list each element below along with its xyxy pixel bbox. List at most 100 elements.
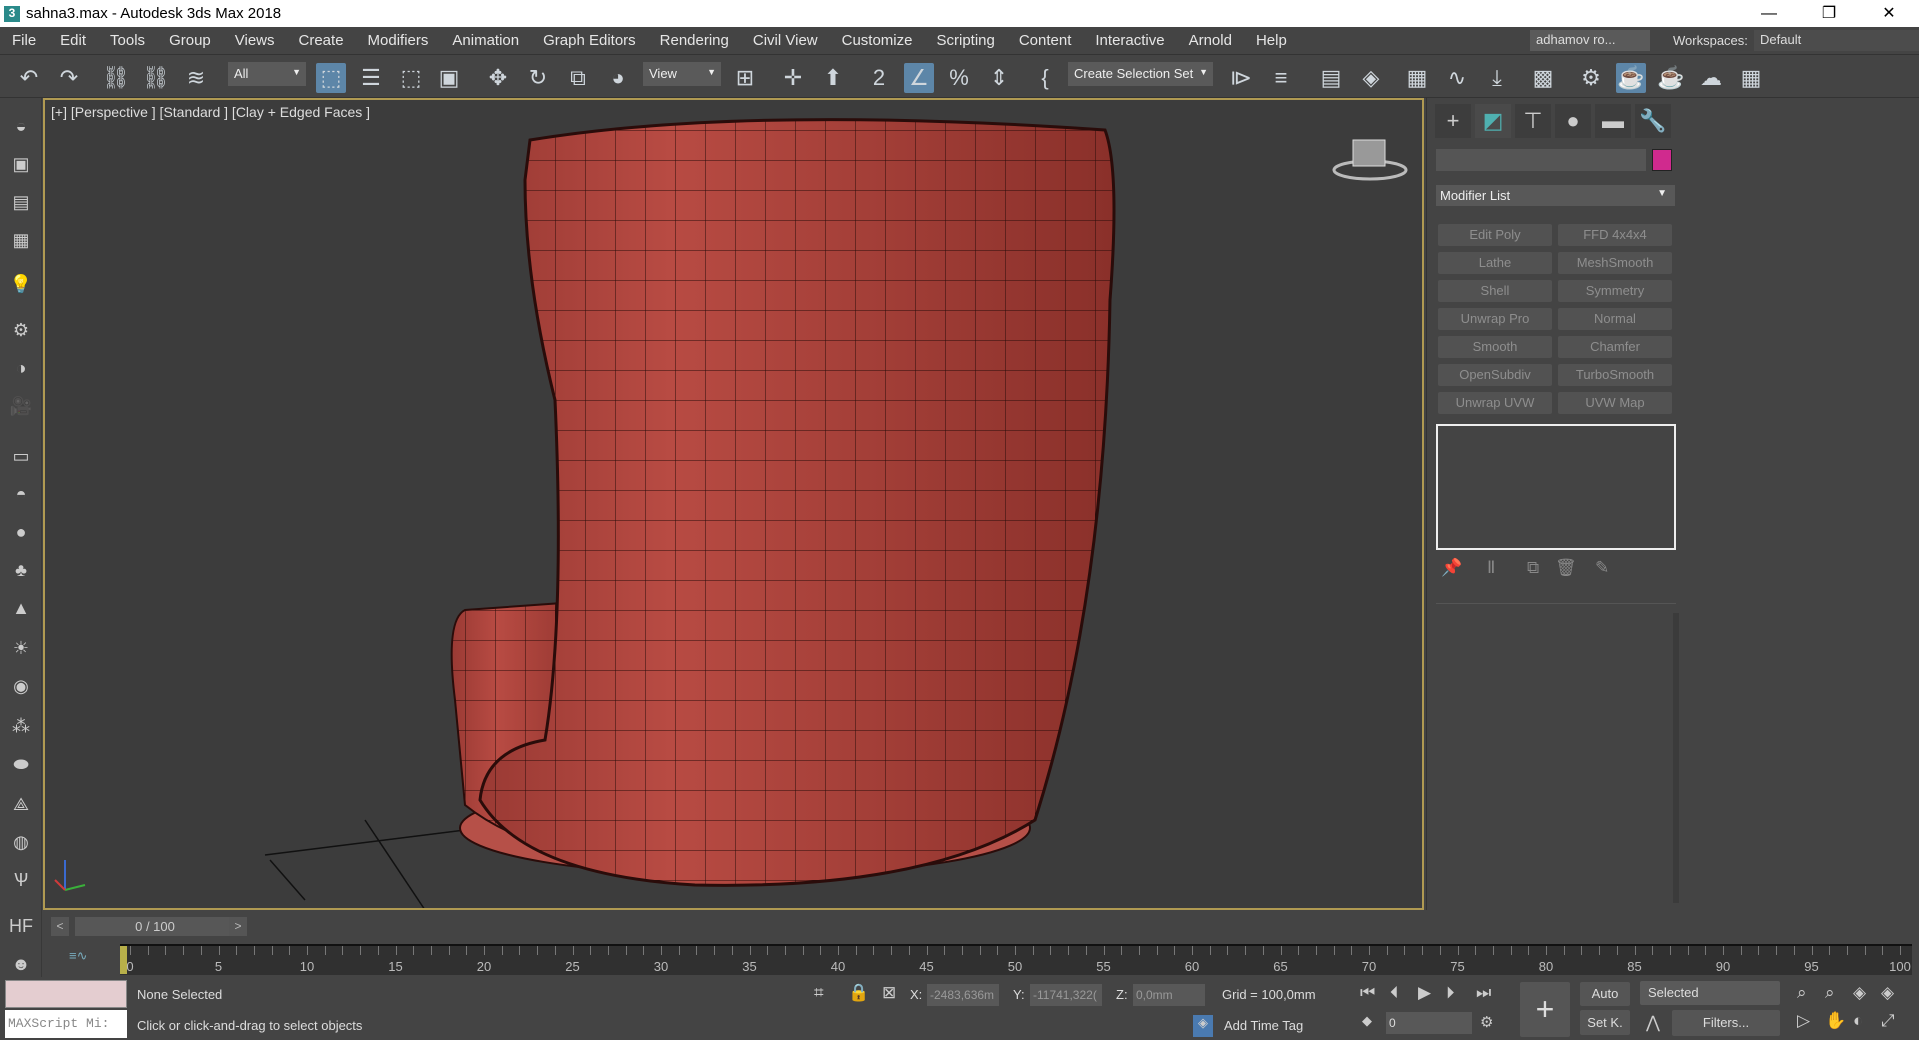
plant-icon[interactable]: ♣ (8, 560, 34, 584)
named-selection-set-dropdown[interactable]: Create Selection Set (1068, 62, 1213, 86)
move-icon[interactable]: ✥ (483, 63, 513, 93)
modifier-normal-button[interactable]: Normal (1558, 308, 1672, 330)
make-unique-icon[interactable]: ⧉ (1527, 558, 1539, 578)
create-tab-icon[interactable]: + (1435, 104, 1471, 138)
workspaces-dropdown[interactable]: Default (1754, 30, 1919, 51)
set-key-big-button[interactable]: + (1520, 982, 1570, 1037)
curve-editor-mini-icon[interactable]: ≡∿ (69, 948, 87, 964)
menu-file[interactable]: File (0, 32, 48, 49)
sphere-icon[interactable]: ● (8, 522, 34, 546)
modifier-shell-button[interactable]: Shell (1438, 280, 1552, 302)
maximize-viewport-icon[interactable]: ⤢ (1881, 1011, 1895, 1031)
modifier-chamfer-button[interactable]: Chamfer (1558, 336, 1672, 358)
time-tag-icon[interactable]: ◈ (1193, 1015, 1213, 1037)
close-button[interactable]: ✕ (1860, 0, 1918, 27)
bind-space-warp-icon[interactable]: ≋ (181, 63, 211, 93)
menu-scripting[interactable]: Scripting (924, 32, 1006, 49)
modifier-uvw-map-button[interactable]: UVW Map (1558, 392, 1672, 414)
absolute-mode-icon[interactable]: ⊠ (882, 983, 896, 1003)
time-configuration-icon[interactable]: ⚙ (1480, 1013, 1493, 1031)
sun-icon[interactable]: ☀ (8, 638, 34, 662)
menu-interactive[interactable]: Interactive (1083, 32, 1176, 49)
schematic-view-icon[interactable]: ⤓ (1482, 63, 1512, 93)
track-bar[interactable]: ≡∿ 0 5 10 15 20 25 30 35 40 45 50 55 60 65 70 75 80 85 90 9… (43, 942, 1919, 975)
perspective-viewport[interactable]: [+] [Perspective ] [Standard ] [Clay + E… (43, 98, 1424, 910)
selection-filter-dropdown[interactable]: All (228, 62, 306, 86)
pin-stack-icon[interactable]: 📌 (1441, 558, 1462, 578)
align-icon[interactable]: ≡ (1266, 63, 1296, 93)
rotate-icon[interactable]: ↻ (523, 63, 553, 93)
minimize-button[interactable]: — (1740, 0, 1798, 27)
light-icon[interactable]: 💡 (8, 274, 34, 298)
scene-list-icon[interactable]: ▤ (8, 192, 34, 216)
rectangular-selection-icon[interactable]: ⬚ (396, 63, 426, 93)
dome-icon[interactable]: ◓ (8, 484, 34, 508)
field-of-view-icon[interactable]: ▷ (1797, 1011, 1810, 1031)
character-icon[interactable]: ☻ (8, 954, 34, 978)
modifier-turbosmooth-button[interactable]: TurboSmooth (1558, 364, 1672, 386)
modifier-lathe-button[interactable]: Lathe (1438, 252, 1552, 274)
menu-edit[interactable]: Edit (48, 32, 98, 49)
link-icon[interactable]: ⛓ (101, 63, 131, 93)
default-tangent-icon[interactable]: ⋀ (1646, 1013, 1660, 1033)
menu-arnold[interactable]: Arnold (1177, 32, 1244, 49)
unlink-icon[interactable]: ⛓ (141, 63, 171, 93)
menu-graph-editors[interactable]: Graph Editors (531, 32, 648, 49)
hair-fur-icon[interactable]: HF (8, 916, 34, 940)
modifier-stack[interactable] (1436, 424, 1676, 550)
modifier-symmetry-button[interactable]: Symmetry (1558, 280, 1672, 302)
remove-modifier-icon[interactable]: 🗑 (1555, 558, 1577, 578)
place-icon[interactable]: ◕ (603, 63, 633, 93)
menu-help[interactable]: Help (1244, 32, 1299, 49)
curve-editor-icon[interactable]: ∿ (1442, 63, 1472, 93)
modifier-opensubdiv-button[interactable]: OpenSubdiv (1438, 364, 1552, 386)
edit-named-selection-icon[interactable]: { (1030, 63, 1060, 93)
keyboard-shortcut-override-icon[interactable]: ⬆ (818, 63, 848, 93)
render-production-icon[interactable]: ☕ (1656, 63, 1686, 93)
snaps-toggle-icon[interactable]: 2 (864, 63, 894, 93)
grass-icon[interactable]: Ѱ (8, 870, 34, 894)
maxscript-listener-output[interactable] (5, 980, 127, 1008)
hierarchy-tab-icon[interactable]: ⊤ (1515, 104, 1551, 138)
select-object-icon[interactable]: ⬚ (316, 63, 346, 93)
modifier-unwrap-uvw-button[interactable]: Unwrap UVW (1438, 392, 1552, 414)
go-to-start-icon[interactable]: ⏮ (1360, 983, 1375, 1003)
menu-civil-view[interactable]: Civil View (741, 32, 830, 49)
reference-coordinate-dropdown[interactable]: View (643, 62, 721, 86)
spinner-snap-icon[interactable]: ⇕ (984, 63, 1014, 93)
layer-explorer-icon[interactable]: ◈ (1356, 63, 1386, 93)
display-tab-icon[interactable]: ▬ (1595, 104, 1631, 138)
helper-icon[interactable]: ⚙ (8, 320, 34, 344)
menu-tools[interactable]: Tools (98, 32, 157, 49)
pivot-center-icon[interactable]: ⊞ (730, 63, 760, 93)
disk-icon[interactable]: ◉ (8, 676, 34, 700)
render-setup-icon[interactable]: ⚙ (1576, 63, 1606, 93)
rendered-frame-window-icon[interactable]: ☕ (1616, 63, 1646, 93)
next-frame-icon[interactable]: ⏵ (1446, 983, 1455, 1003)
menu-rendering[interactable]: Rendering (648, 32, 741, 49)
key-filter-dropdown[interactable]: Selected (1640, 981, 1780, 1005)
select-by-name-icon[interactable]: ☰ (356, 63, 386, 93)
globe-icon[interactable]: ◍ (8, 832, 34, 856)
key-mode-icon[interactable]: ◆ (1362, 1013, 1372, 1029)
key-filters-button[interactable]: Filters... (1672, 1010, 1780, 1036)
modifier-meshsmooth-button[interactable]: MeshSmooth (1558, 252, 1672, 274)
menu-animation[interactable]: Animation (440, 32, 531, 49)
play-icon[interactable]: ▶ (1418, 983, 1431, 1003)
object-color-swatch[interactable] (1652, 149, 1672, 171)
modifier-edit-poly-button[interactable]: Edit Poly (1438, 224, 1552, 246)
zoom-extents-all-icon[interactable]: ◈ (1881, 983, 1894, 1003)
modify-tab-icon[interactable]: ◩ (1475, 104, 1511, 138)
scene-explorer-icon[interactable]: ▤ (1316, 63, 1346, 93)
a360-gallery-icon[interactable]: ▦ (1736, 63, 1766, 93)
modifier-unwrap-pro-button[interactable]: Unwrap Pro (1438, 308, 1552, 330)
modifier-smooth-button[interactable]: Smooth (1438, 336, 1552, 358)
next-frame-button[interactable]: > (229, 917, 247, 936)
go-to-end-icon[interactable]: ⏭ (1476, 983, 1491, 1003)
select-manipulate-icon[interactable]: ✛ (778, 63, 808, 93)
set-key-button[interactable]: Set K. (1580, 1010, 1630, 1035)
z-coordinate-field[interactable]: 0,0mm (1133, 984, 1205, 1006)
user-account-dropdown[interactable]: adhamov ro... (1530, 30, 1650, 51)
camera-icon[interactable]: 🎥 (8, 396, 34, 420)
cone-icon[interactable]: ▲ (8, 598, 34, 622)
